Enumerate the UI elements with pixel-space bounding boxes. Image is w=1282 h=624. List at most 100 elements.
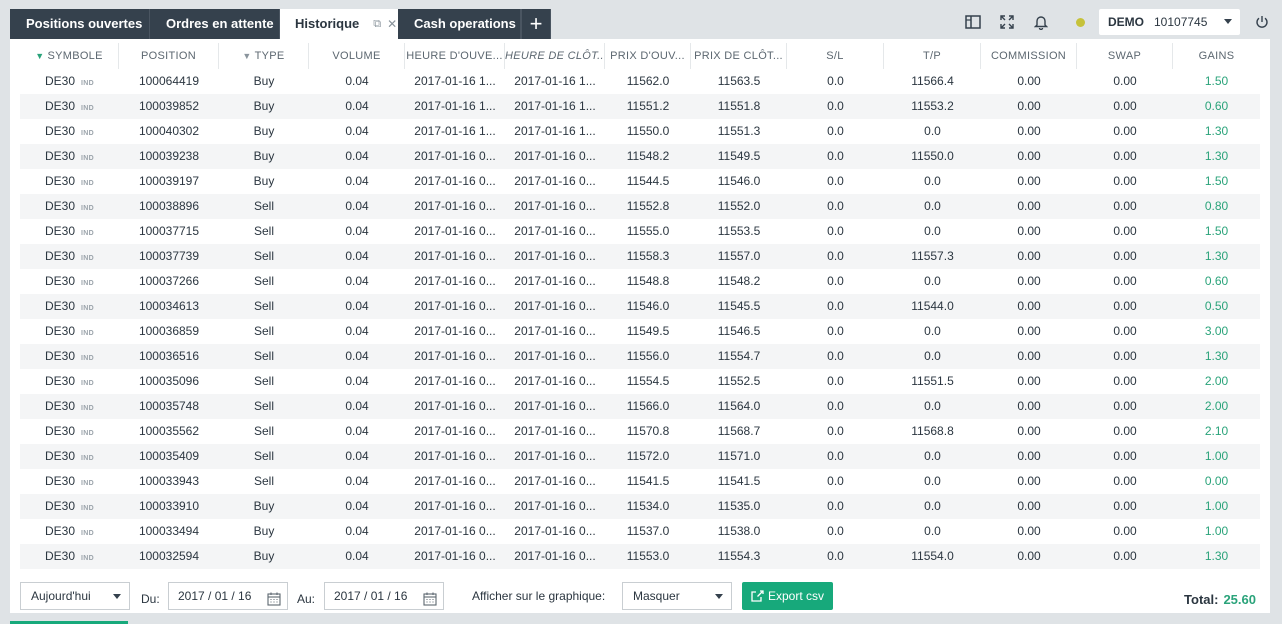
column-header-close-price[interactable]: PRIX DE CLÔT... [691,43,787,69]
cell-close-price: 11538.0 [717,524,761,538]
table-row[interactable]: DE30 IND 100035096 Sell 0.04 2017-01-16 0... 2… [20,369,1260,394]
bell-icon[interactable] [1031,12,1051,32]
cell-open-time: 2017-01-16 0... [414,249,496,263]
cell-symbol: DE30 IND [20,519,119,544]
table-row[interactable]: DE30 IND 100037715 Sell 0.04 2017-01-16 0... 2… [20,219,1260,244]
tab-open-positions[interactable]: Positions ouvertes [10,9,150,39]
tab-cash-operations[interactable]: Cash operations [398,9,521,39]
cell-commission: 0.00 [1017,99,1041,113]
table-row[interactable]: DE30 IND 100033910 Buy 0.04 2017-01-16 0... 20… [20,494,1260,519]
cell-swap: 0.00 [1113,149,1137,163]
cell-type: Sell [253,424,274,438]
cell-swap: 0.00 [1113,374,1137,388]
filter-icon[interactable]: ▼ [35,51,44,61]
cell-position: 100033494 [138,524,200,538]
account-number: 10107745 [1154,15,1208,29]
column-header-swap[interactable]: SWAP [1077,43,1173,69]
tab-bar: Positions ouvertes Ordres en attente His… [10,9,551,39]
column-header-gains[interactable]: GAINS [1173,43,1260,69]
table-row[interactable]: DE30 IND 100033943 Sell 0.04 2017-01-16 0... 2… [20,469,1260,494]
cell-open-price: 11541.5 [626,474,670,488]
cell-open-time: 2017-01-16 0... [414,499,496,513]
cell-gain: 1.00 [1204,449,1229,463]
cell-tp: 0.0 [924,274,941,288]
account-selector[interactable]: DEMO 10107745 [1099,9,1240,35]
cell-close-time: 2017-01-16 0... [514,374,596,388]
cell-position: 100033943 [138,474,200,488]
calendar-icon[interactable] [267,589,281,615]
cell-volume: 0.04 [345,199,369,213]
table-row[interactable]: DE30 IND 100037266 Sell 0.04 2017-01-16 0... 2… [20,269,1260,294]
period-select[interactable]: Aujourd'hui [20,582,130,610]
cell-gain: 0.50 [1204,299,1229,313]
symbol-suffix: IND [81,180,94,187]
cell-open-price: 11546.0 [626,299,670,313]
column-header-close-time[interactable]: HEURE DE CLÔT... [505,43,605,69]
cell-symbol: DE30 IND [20,294,119,319]
cell-open-time: 2017-01-16 0... [414,549,496,563]
column-header-type[interactable]: ▼ TYPE [219,43,309,69]
power-icon[interactable] [1252,12,1272,32]
table-row[interactable]: DE30 IND 100040302 Buy 0.04 2017-01-16 1... 20… [20,119,1260,144]
cell-type: Buy [253,174,275,188]
cell-open-price: 11548.8 [626,274,670,288]
table-row[interactable]: DE30 IND 100036516 Sell 0.04 2017-01-16 0... 2… [20,344,1260,369]
table-row[interactable]: DE30 IND 100034613 Sell 0.04 2017-01-16 0... 2… [20,294,1260,319]
total-value: 25.60 [1223,592,1256,607]
table-row[interactable]: DE30 IND 100035409 Sell 0.04 2017-01-16 0... 2… [20,444,1260,469]
table-row[interactable]: DE30 IND 100039197 Buy 0.04 2017-01-16 0... 20… [20,169,1260,194]
cell-close-time: 2017-01-16 0... [514,474,596,488]
cell-open-price: 11570.8 [626,424,670,438]
table-row[interactable]: DE30 IND 100038896 Sell 0.04 2017-01-16 0... 2… [20,194,1260,219]
table-row[interactable]: DE30 IND 100039238 Buy 0.04 2017-01-16 0... 20… [20,144,1260,169]
column-header-commission[interactable]: COMMISSION [981,43,1077,69]
table-row[interactable]: DE30 IND 100035748 Sell 0.04 2017-01-16 0... 2… [20,394,1260,419]
cell-open-price: 11551.2 [626,99,670,113]
column-header-position[interactable]: POSITION [119,43,219,69]
table-row[interactable]: DE30 IND 100033494 Buy 0.04 2017-01-16 0... 20… [20,519,1260,544]
column-header-tp[interactable]: T/P [884,43,981,69]
cell-gain: 0.80 [1204,199,1229,213]
to-date-input[interactable]: 2017 / 01 / 16 [324,582,444,610]
cell-open-time: 2017-01-16 0... [414,474,496,488]
cell-sl: 0.0 [827,349,844,363]
cell-close-price: 11564.0 [717,399,761,413]
cell-sl: 0.0 [827,449,844,463]
table-row[interactable]: DE30 IND 100032594 Buy 0.04 2017-01-16 0... 20… [20,544,1260,569]
cell-open-price: 11556.0 [626,349,670,363]
chart-display-select[interactable]: Masquer [622,582,732,610]
tab-history[interactable]: Historique ⧉ ✕ [280,9,398,39]
column-header-open-time[interactable]: HEURE D'OUVE... [405,43,505,69]
column-header-sl[interactable]: S/L [787,43,884,69]
cell-type: Sell [253,324,274,338]
cell-tp: 0.0 [924,499,941,513]
cell-swap: 0.00 [1113,474,1137,488]
table-row[interactable]: DE30 IND 100064419 Buy 0.04 2017-01-16 1... 20… [20,69,1260,94]
close-icon[interactable]: ✕ [387,9,397,39]
filter-icon[interactable]: ▼ [242,51,251,61]
column-header-volume[interactable]: VOLUME [309,43,405,69]
from-date-input[interactable]: 2017 / 01 / 16 [168,582,288,610]
cell-close-time: 2017-01-16 0... [514,399,596,413]
table-row[interactable]: DE30 IND 100037739 Sell 0.04 2017-01-16 0... 2… [20,244,1260,269]
table-row[interactable]: DE30 IND 100035562 Sell 0.04 2017-01-16 0... 2… [20,419,1260,444]
layout-icon[interactable] [963,12,983,32]
calendar-icon[interactable] [423,589,437,615]
popout-icon[interactable]: ⧉ [373,9,381,39]
table-row[interactable]: DE30 IND 100036859 Sell 0.04 2017-01-16 0... 2… [20,319,1260,344]
cell-close-time: 2017-01-16 0... [514,324,596,338]
tab-pending-orders[interactable]: Ordres en attente [150,9,280,39]
symbol-suffix: IND [81,305,94,312]
cell-gain: 1.30 [1204,349,1229,363]
column-header-symbol[interactable]: ▼ SYMBOLE [20,43,119,69]
symbol-text: DE30 [45,224,76,238]
column-header-open-price[interactable]: PRIX D'OUV... [605,43,691,69]
cell-close-time: 2017-01-16 0... [514,224,596,238]
add-tab-button[interactable]: + [521,9,551,39]
cell-tp: 0.0 [924,174,941,188]
symbol-text: DE30 [45,349,76,363]
export-csv-button[interactable]: Export csv [742,582,833,610]
cell-open-price: 11572.0 [626,449,670,463]
table-row[interactable]: DE30 IND 100039852 Buy 0.04 2017-01-16 1... 20… [20,94,1260,119]
fullscreen-icon[interactable] [997,12,1017,32]
